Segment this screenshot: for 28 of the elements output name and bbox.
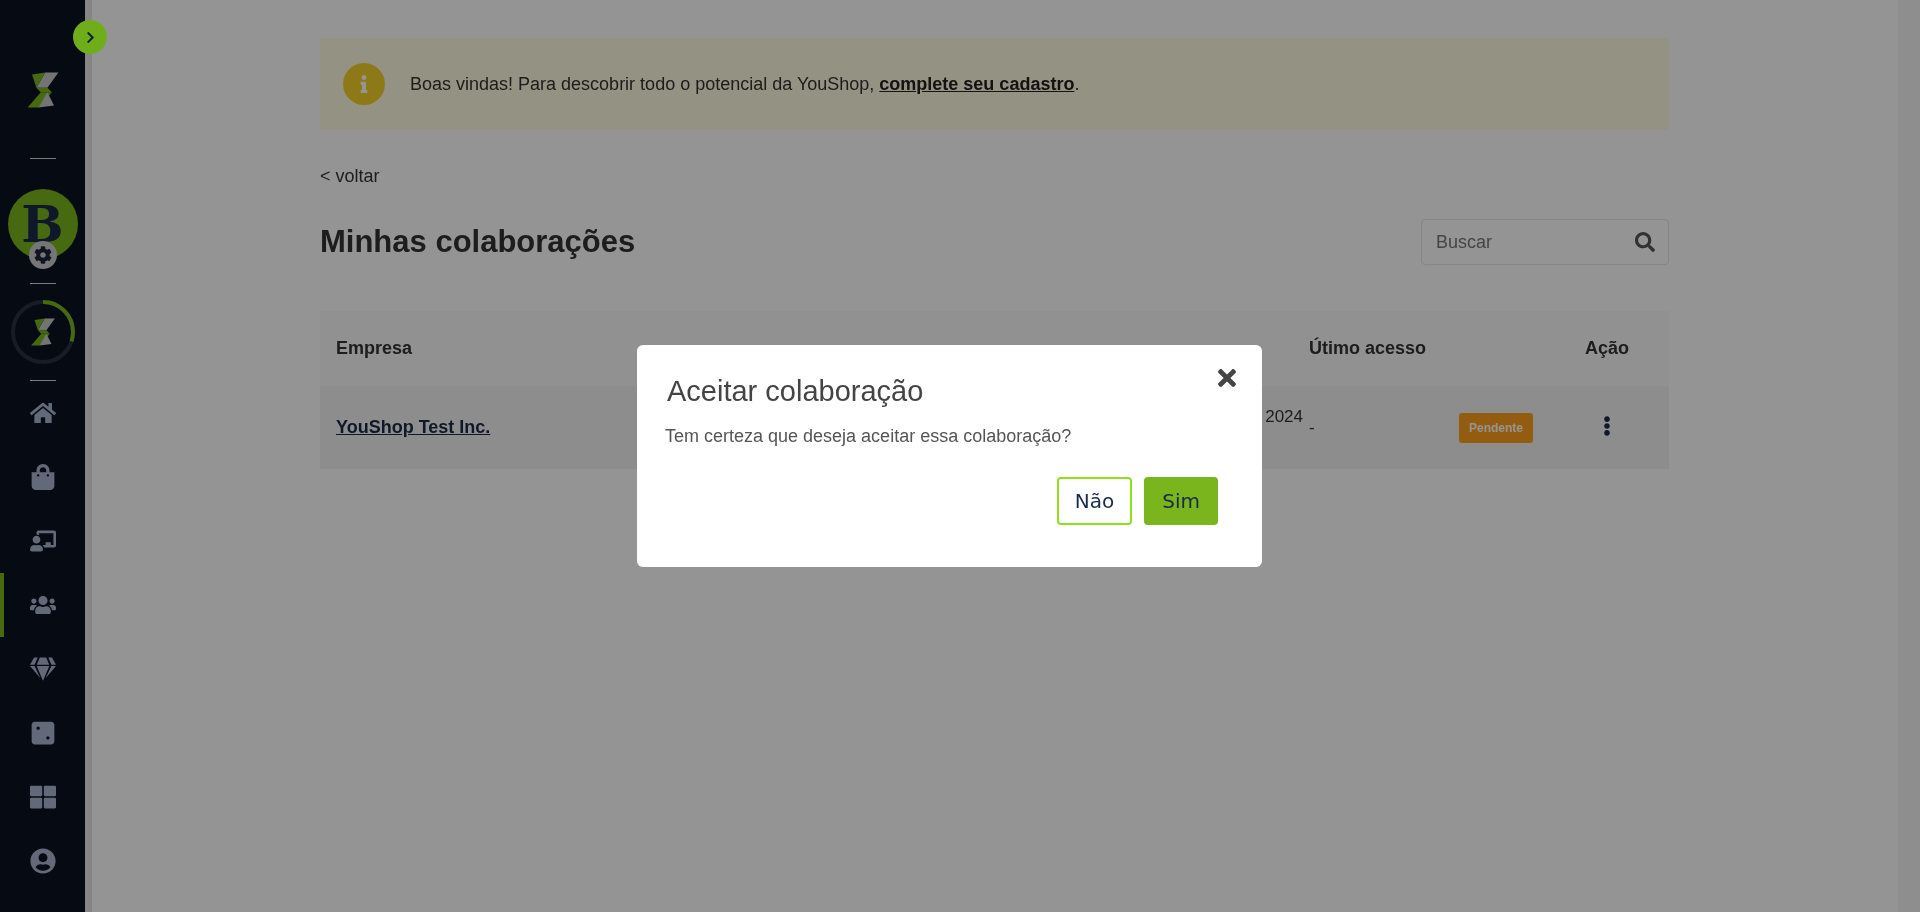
dialog-title: Aceitar colaboração bbox=[667, 375, 925, 408]
bag-icon bbox=[29, 464, 56, 490]
settings-icon[interactable] bbox=[28, 241, 57, 269]
user-icon bbox=[29, 848, 56, 874]
column-header: Empresa bbox=[336, 338, 414, 359]
status-badge: Pendente bbox=[1459, 412, 1533, 443]
complete-profile-link[interactable]: complete seu cadastro bbox=[879, 73, 1075, 94]
table-cell: 2024 bbox=[1265, 406, 1303, 427]
confirm-button[interactable]: Sim bbox=[1144, 477, 1218, 525]
column-header: Ação bbox=[1585, 338, 1630, 359]
home-icon bbox=[29, 400, 56, 426]
dialog-message: Tem certeza que deseja aceitar essa colaboração? bbox=[665, 426, 1073, 447]
grid-icon bbox=[29, 784, 56, 810]
company-link[interactable]: YouShop Test Inc. bbox=[336, 417, 491, 437]
diamond-icon bbox=[29, 656, 56, 682]
info-icon bbox=[343, 63, 385, 105]
expand-button[interactable] bbox=[73, 20, 107, 54]
page-title: Minhas colaborações bbox=[320, 224, 636, 260]
back-link[interactable]: < voltar bbox=[320, 166, 380, 187]
search-icon[interactable] bbox=[1635, 232, 1655, 252]
banner-text: Boas vindas! Para descobrir todo o potencial da YouShop, complete seu cadastro. bbox=[410, 73, 1080, 95]
cancel-button[interactable]: Não bbox=[1056, 477, 1133, 525]
sidebar-scrollbar[interactable] bbox=[85, 0, 92, 912]
dice-icon bbox=[29, 720, 56, 746]
column-header: Útimo acesso bbox=[1309, 338, 1428, 359]
table-cell-text: - bbox=[1309, 417, 1316, 438]
presentation-board-icon bbox=[29, 528, 56, 554]
search-field[interactable]: Buscar bbox=[1421, 219, 1669, 265]
